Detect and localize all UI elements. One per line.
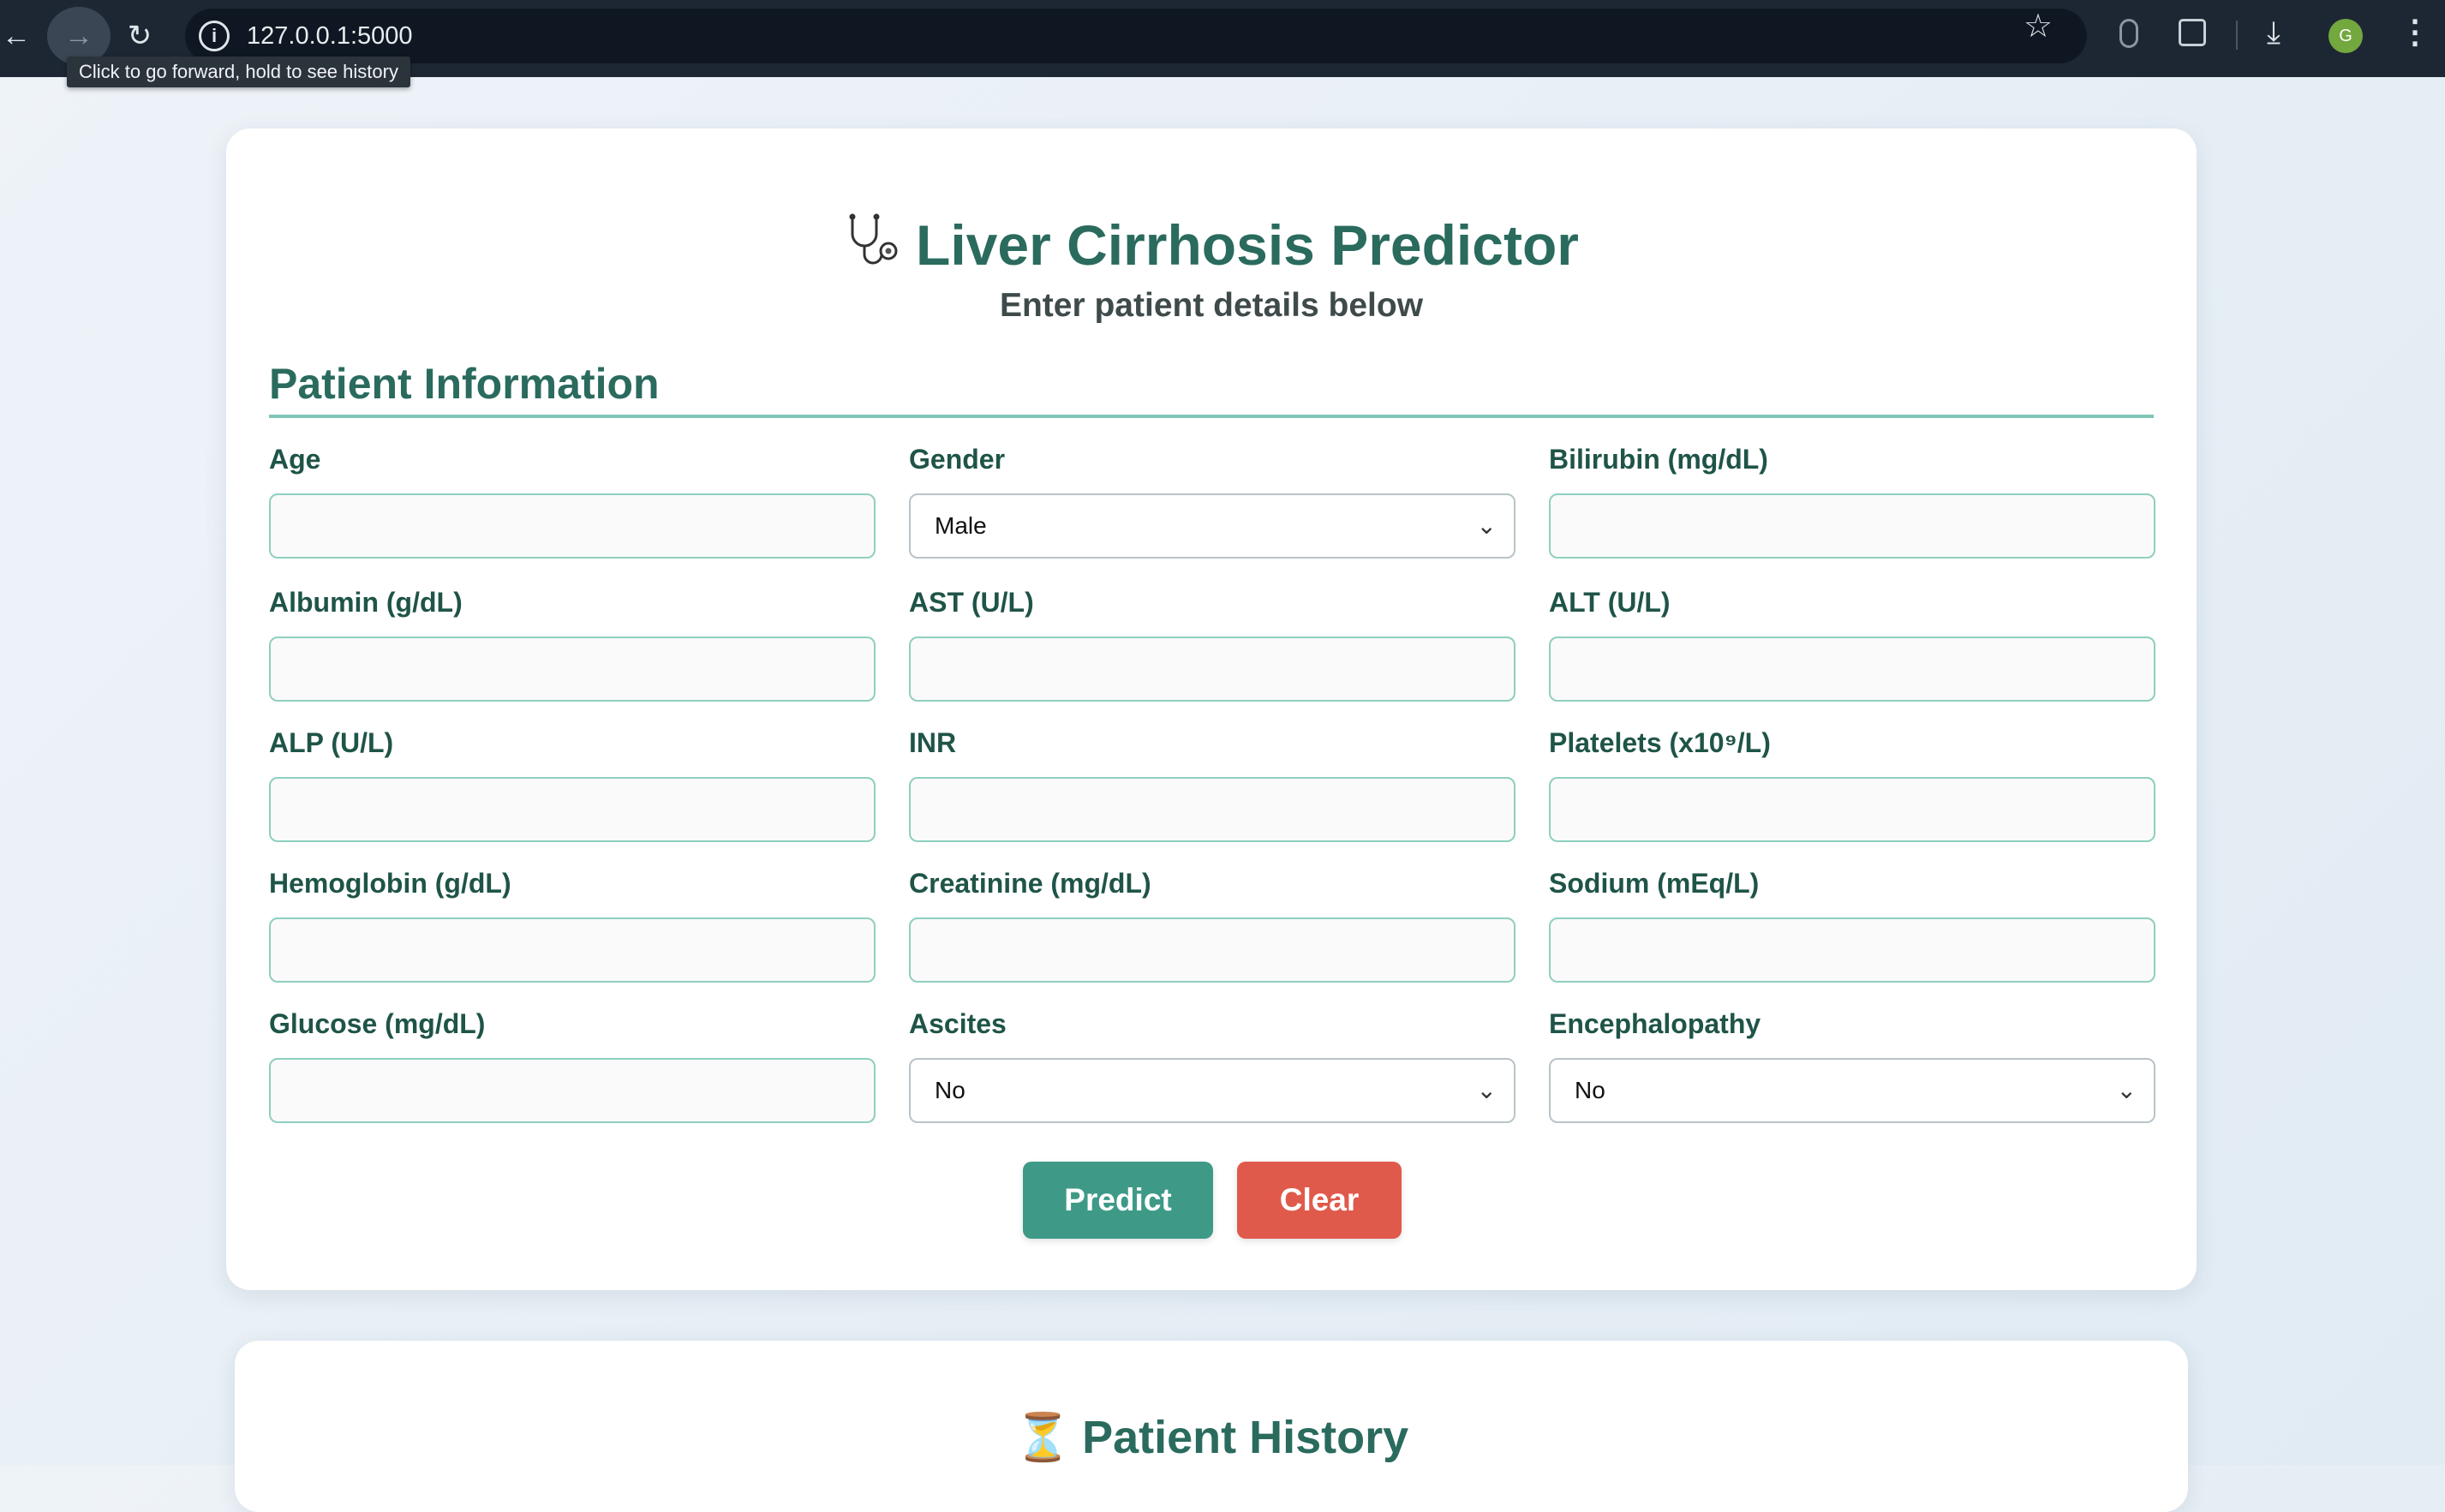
chevron-down-icon: ⌄ [2116,1077,2137,1103]
patient-history-card: ⏳ Patient History [235,1341,2188,1512]
platelets-label: Platelets (x10⁹/L) [1549,727,1771,758]
encephalopathy-select-value: No [1575,1077,1605,1103]
back-arrow-icon[interactable]: ← [0,7,48,65]
star-icon[interactable]: ☆ [2024,10,2053,43]
ascites-select-value: No [935,1077,965,1103]
address-bar[interactable]: i 127.0.0.1:5000 [185,9,2087,63]
chevron-down-icon: ⌄ [1476,512,1497,539]
section-divider [269,415,2154,418]
page-title-text: Liver Cirrhosis Predictor [916,213,1579,277]
glucose-input[interactable] [269,1058,876,1123]
prediction-form-card: Liver Cirrhosis Predictor Enter patient … [226,128,2197,1290]
gender-select[interactable]: Male ⌄ [909,493,1515,559]
history-title: ⏳ Patient History [235,1409,2188,1466]
encephalopathy-label: Encephalopathy [1549,1008,1761,1039]
hemoglobin-field: Hemoglobin (g/dL) [269,866,876,983]
inr-input[interactable] [909,777,1515,842]
section-title: Patient Information [269,360,660,408]
extension-mouse-icon[interactable] [2119,19,2138,48]
glucose-label: Glucose (mg/dL) [269,1008,486,1039]
page-subtitle: Enter patient details below [999,287,1424,324]
encephalopathy-select[interactable]: No ⌄ [1549,1058,2155,1123]
chevron-down-icon: ⌄ [1476,1077,1497,1103]
alp-input[interactable] [269,777,876,842]
download-icon[interactable]: ⤓ [2267,15,2281,50]
alt-field: ALT (U/L) [1549,585,2155,702]
ascites-select[interactable]: No ⌄ [909,1058,1515,1123]
alt-input[interactable] [1549,636,2155,702]
inr-label: INR [909,727,957,758]
hemoglobin-input[interactable] [269,917,876,983]
predict-button[interactable]: Predict [1023,1162,1213,1239]
ast-field: AST (U/L) [909,585,1515,702]
alp-label: ALP (U/L) [269,727,394,758]
history-title-text: Patient History [1082,1412,1409,1463]
page-title: Liver Cirrhosis Predictor [226,211,2197,283]
gender-select-value: Male [935,512,987,539]
platelets-field: Platelets (x10⁹/L) [1549,726,2155,842]
sodium-label: Sodium (mEq/L) [1549,868,1760,899]
age-field: Age [269,442,876,559]
bilirubin-field: Bilirubin (mg/dL) [1549,442,2155,559]
info-icon[interactable]: i [199,21,230,51]
gender-label: Gender [909,444,1006,475]
gender-field: Gender Male ⌄ [909,442,1515,559]
url-text[interactable]: 127.0.0.1:5000 [247,21,413,51]
ast-input[interactable] [909,636,1515,702]
creatinine-field: Creatinine (mg/dL) [909,866,1515,983]
platelets-input[interactable] [1549,777,2155,842]
alt-label: ALT (U/L) [1549,587,1671,618]
clear-button[interactable]: Clear [1237,1162,1402,1239]
hemoglobin-label: Hemoglobin (g/dL) [269,868,511,899]
ast-label: AST (U/L) [909,587,1034,618]
avatar[interactable]: G [2328,19,2363,53]
hourglass-icon: ⏳ [1013,1412,1073,1463]
extension-icon[interactable] [2179,19,2206,46]
alp-field: ALP (U/L) [269,726,876,842]
sodium-input[interactable] [1549,917,2155,983]
kebab-menu-icon[interactable]: ⋮ [2399,15,2431,50]
creatinine-input[interactable] [909,917,1515,983]
albumin-field: Albumin (g/dL) [269,585,876,702]
bilirubin-label: Bilirubin (mg/dL) [1549,444,1768,475]
creatinine-label: Creatinine (mg/dL) [909,868,1151,899]
bilirubin-input[interactable] [1549,493,2155,559]
glucose-field: Glucose (mg/dL) [269,1007,876,1123]
stethoscope-icon [844,212,904,283]
ascites-field: Ascites No ⌄ [909,1007,1515,1123]
sodium-field: Sodium (mEq/L) [1549,866,2155,983]
ascites-label: Ascites [909,1008,1007,1039]
albumin-label: Albumin (g/dL) [269,587,463,618]
albumin-input[interactable] [269,636,876,702]
age-label: Age [269,444,321,475]
forward-tooltip: Click to go forward, hold to see history [67,57,410,87]
inr-field: INR [909,726,1515,842]
encephalopathy-field: Encephalopathy No ⌄ [1549,1007,2155,1123]
toolbar-divider [2236,21,2238,50]
age-input[interactable] [269,493,876,559]
